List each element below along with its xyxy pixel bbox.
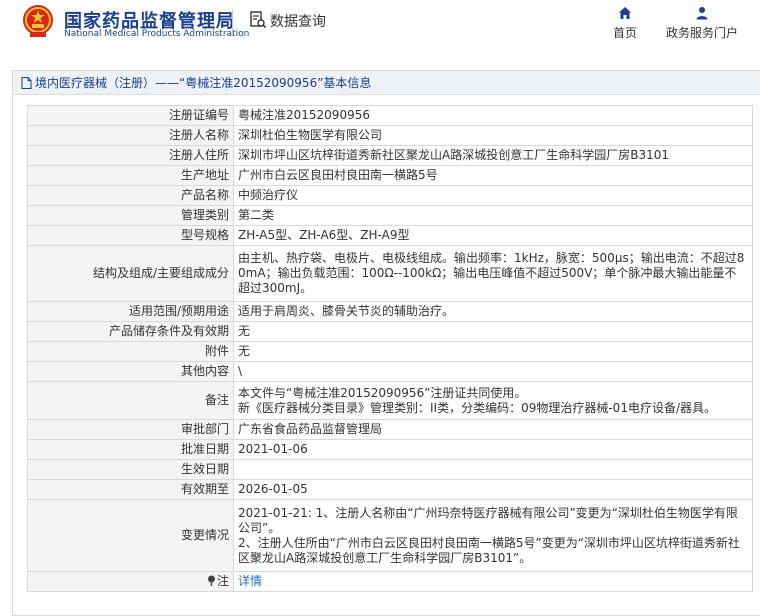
row-label: 附件 (27, 341, 234, 362)
row-label: 有效期至 (27, 479, 234, 500)
row-label: 注册人住所 (27, 145, 234, 166)
user-icon (696, 7, 708, 20)
info-row: 注册人名称 深圳杜伯生物医学有限公司 (27, 125, 753, 146)
info-row: 产品名称 中频治疗仪 (27, 185, 753, 206)
note-label: 注 (216, 574, 229, 588)
breadcrumb-text[interactable]: 境内医疗器械（注册）——“粤械注准20152090956”基本信息 (35, 76, 371, 90)
row-value: 2021-01-06 (233, 439, 753, 460)
note-row: 注详情 (27, 571, 753, 592)
row-value: 中频治疗仪 (233, 185, 753, 206)
row-value: 广东省食品药品监督管理局 (233, 419, 753, 440)
row-label: 其他内容 (27, 361, 234, 382)
info-row: 附件无 (27, 341, 753, 362)
info-row: 有效期至 2026-01-05 (27, 479, 753, 500)
header-divider (232, 10, 233, 36)
info-row: 其他内容 \ (27, 361, 753, 382)
document-icon (21, 77, 32, 89)
search-document-icon (250, 11, 266, 29)
row-value: 粤械注准20152090956 (233, 105, 753, 126)
row-value: 2021-01-21: 1、注册人名称由“广州玛奈特医疗器械有限公司”变更为“深… (233, 499, 753, 572)
row-label: 结构及组成/主要组成成分 (27, 245, 234, 302)
site-header: 国家药品监督管理局 National Medical Products Admi… (0, 0, 760, 60)
info-row: 变更情况 2021-01-21: 1、注册人名称由“广州玛奈特医疗器械有限公司”变… (27, 499, 753, 572)
info-row: 批准日期 2021-01-06 (27, 439, 753, 460)
info-row: 生效日期 (27, 459, 753, 480)
breadcrumb: 境内医疗器械（注册）——“粤械注准20152090956”基本信息 (13, 71, 760, 95)
row-value: ZH-A5型、ZH-A6型、ZH-A9型 (233, 225, 753, 246)
row-label: 变更情况 (27, 499, 234, 572)
info-row: 生产地址 广州市白云区良田村良田南一横路5号 (27, 165, 753, 186)
site-logo-subtitle: National Medical Products Administration (64, 29, 250, 39)
row-value: 本文件与“粤械注准20152090956”注册证共同使用。 新《医疗器械分类目录… (233, 381, 753, 420)
nav-home-label: 首页 (612, 26, 637, 40)
info-row: 产品储存条件及有效期无 (27, 321, 753, 342)
row-label: 注册证编号 (27, 105, 234, 126)
nav-portal-label: 政务服务门户 (665, 26, 738, 40)
row-value: 2026-01-05 (233, 479, 753, 500)
row-label: 生效日期 (27, 459, 234, 480)
row-label: 备注 (27, 381, 234, 420)
detail-panel: 境内医疗器械（注册）——“粤械注准20152090956”基本信息 注册证编号粤… (12, 70, 760, 616)
national-emblem-icon (23, 5, 53, 37)
row-label: 审批部门 (27, 419, 234, 440)
row-value: 由主机、热疗袋、电极片、电极线组成。输出频率：1kHz，脉宽：500μs；输出电… (233, 245, 753, 302)
info-row: 注册人住所 深圳市坪山区坑梓街道秀新社区聚龙山A路深城投创意工厂生命科学园厂房B3… (27, 145, 753, 166)
note-label-cell: 注 (27, 571, 234, 592)
row-value (233, 459, 753, 480)
info-row: 审批部门 广东省食品药品监督管理局 (27, 419, 753, 440)
row-label: 产品名称 (27, 185, 234, 206)
row-value: 第二类 (233, 205, 753, 226)
info-row: 管理类别 第二类 (27, 205, 753, 226)
row-value: 深圳市坪山区坑梓街道秀新社区聚龙山A路深城投创意工厂生命科学园厂房B3101 (233, 145, 753, 166)
details-link[interactable]: 详情 (238, 574, 262, 588)
row-value: 广州市白云区良田村良田南一横路5号 (233, 165, 753, 186)
info-row: 注册证编号 粤械注准20152090956 (27, 105, 753, 126)
row-value: 无 (233, 341, 753, 362)
nav-home[interactable]: 首页 (610, 6, 640, 41)
row-value: 无 (233, 321, 753, 342)
info-row: 适用范围/预期用途 适用于肩周炎、膝骨关节炎的辅助治疗。 (27, 301, 753, 322)
row-value: 适用于肩周炎、膝骨关节炎的辅助治疗。 (233, 301, 753, 322)
row-value: \ (233, 361, 753, 382)
row-label: 注册人名称 (27, 125, 234, 146)
data-query-label[interactable]: 数据查询 (270, 11, 326, 31)
row-label: 产品储存条件及有效期 (27, 321, 234, 342)
nav-portal[interactable]: 政务服务门户 (664, 6, 740, 41)
row-label: 适用范围/预期用途 (27, 301, 234, 322)
pin-icon (207, 575, 215, 586)
row-label: 型号规格 (27, 225, 234, 246)
row-label: 管理类别 (27, 205, 234, 226)
info-table: 注册证编号 粤械注准20152090956 注册人名称 深圳杜伯生物医学有限公司 注册人… (27, 105, 753, 592)
note-value-cell: 详情 (233, 571, 753, 592)
info-row: 备注 本文件与“粤械注准20152090956”注册证共同使用。 新《医疗器械分类… (27, 381, 753, 420)
info-row: 型号规格 ZH-A5型、ZH-A6型、ZH-A9型 (27, 225, 753, 246)
row-label: 生产地址 (27, 165, 234, 186)
row-value: 深圳杜伯生物医学有限公司 (233, 125, 753, 146)
row-label: 批准日期 (27, 439, 234, 460)
info-row: 结构及组成/主要组成成分 由主机、热疗袋、电极片、电极线组成。输出频率：1kHz，… (27, 245, 753, 302)
home-icon (619, 7, 631, 19)
